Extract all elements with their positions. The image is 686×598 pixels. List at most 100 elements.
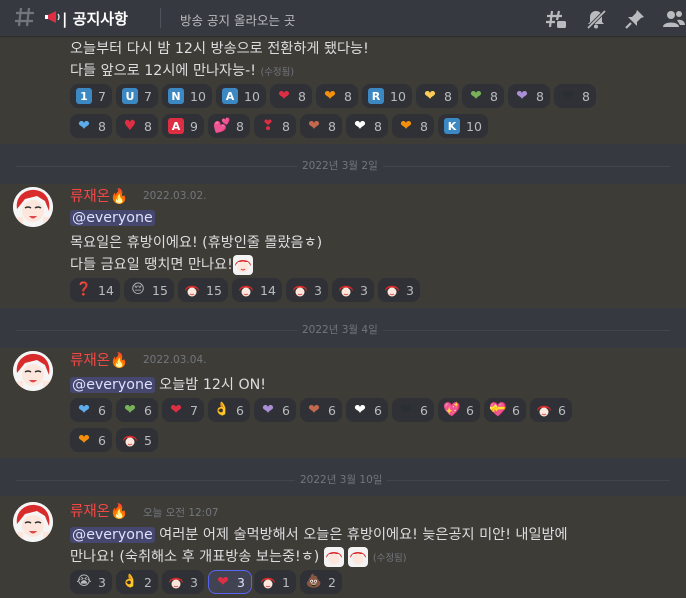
heart-ribbon-icon: 💝 — [489, 402, 507, 418]
reaction-brown-heart[interactable]: ❤ 6 — [300, 398, 342, 422]
reaction-regional-r[interactable]: R 10 — [362, 84, 412, 108]
reaction-count: 8 — [282, 118, 290, 134]
avatar[interactable] — [13, 502, 53, 542]
date-divider-label: 2022년 3월 2일 — [297, 158, 383, 173]
message-timestamp[interactable]: 2022.03.02. — [143, 190, 206, 202]
channel-topic[interactable]: 방송 공지 올라오는 곳 — [180, 10, 295, 29]
reaction-ok-hand[interactable]: 👌 6 — [208, 398, 250, 422]
message-text: 다들 앞으로 12시에 만나자능-! (수정됨) — [70, 60, 294, 80]
reaction-count: 8 — [328, 118, 336, 134]
message-text: 오늘부터 다시 밤 12시 방송으로 전환하게 됐다능! — [70, 41, 369, 57]
reaction-count: 8 — [536, 88, 544, 104]
message-timestamp[interactable]: 2022.03.04. — [143, 354, 206, 366]
reaction-heart-exclamation[interactable]: ❣ 8 — [254, 114, 296, 138]
reaction-custom-char-4[interactable]: 3 — [162, 570, 204, 594]
avatar[interactable] — [13, 187, 53, 227]
reaction-custom-char-4[interactable]: 3 — [332, 278, 374, 302]
reaction-custom-char-3[interactable]: 3 — [286, 278, 328, 302]
message-text: @everyone 여러분 어제 술먹방해서 오늘은 휴방이에요! 늦은공지 미… — [70, 524, 568, 544]
megaphone-icon — [43, 9, 61, 29]
heart-on-fire-icon: ❤ — [400, 118, 412, 134]
reaction-black-heart[interactable]: ❤ 6 — [392, 398, 434, 422]
reaction-black-heart[interactable]: ❤ 8 — [554, 84, 596, 108]
reaction-regional-k[interactable]: K 10 — [438, 114, 488, 138]
reaction-custom-char-5[interactable]: 3 — [378, 278, 420, 302]
reaction-count: 7 — [98, 88, 106, 104]
custom-char-1-icon — [260, 574, 276, 590]
reaction-orange-heart[interactable]: ❤ 6 — [70, 428, 112, 452]
regional-n-icon: N — [168, 88, 184, 104]
reaction-green-heart[interactable]: ❤ 8 — [462, 84, 504, 108]
threads-icon[interactable] — [544, 7, 568, 31]
message-timestamp[interactable]: 오늘 오전 12:07 — [143, 505, 219, 520]
mention-everyone[interactable]: @everyone — [70, 210, 155, 226]
reaction-custom-char-6[interactable]: 5 — [116, 428, 158, 452]
reaction-keycap-1[interactable]: 17 — [70, 84, 112, 108]
reaction-custom-char-1[interactable]: 1 — [254, 570, 296, 594]
username[interactable]: 류재온🔥 — [70, 349, 128, 370]
reaction-count: 8 — [490, 88, 498, 104]
reaction-regional-a[interactable]: A 10 — [216, 84, 266, 108]
pin-icon[interactable] — [623, 7, 647, 31]
pensive-icon: 😔 — [131, 282, 145, 297]
reaction-a-button[interactable]: A9 — [162, 114, 204, 138]
red-heart-icon: ❤ — [170, 402, 182, 418]
ok-hand-icon: 👌 — [121, 574, 139, 589]
heart-exclamation-icon: ❣ — [262, 118, 274, 134]
reaction-blue-heart[interactable]: ❤ 8 — [70, 114, 112, 138]
reaction-red-question[interactable]: ❓ 14 — [70, 278, 120, 302]
reaction-purple-heart[interactable]: ❤ 8 — [508, 84, 550, 108]
reaction-pensive[interactable]: 😔 15 — [124, 278, 174, 302]
reaction-white-heart[interactable]: ❤ 6 — [346, 398, 388, 422]
reaction-green-heart[interactable]: ❤ 6 — [116, 398, 158, 422]
username[interactable]: 류재온🔥 — [70, 185, 128, 206]
reaction-count: 6 — [328, 402, 336, 418]
edited-label: (수정됨) — [260, 67, 295, 78]
keycap-1-icon: 1 — [76, 88, 92, 104]
reaction-custom-char-2[interactable]: 14 — [232, 278, 282, 302]
reaction-red-heart[interactable]: ❤ 3 — [208, 570, 252, 594]
reaction-white-heart[interactable]: ❤ 8 — [346, 114, 388, 138]
reaction-count: 3 — [360, 282, 368, 298]
reaction-heart-on-fire[interactable]: ❤ 8 — [392, 114, 434, 138]
reaction-custom-char-1[interactable]: 6 — [530, 398, 572, 422]
regional-u-icon: U — [122, 88, 138, 104]
message-text: @everyone 오늘밤 12시 ON! — [70, 374, 266, 394]
reaction-yellow-heart[interactable]: ❤ 8 — [416, 84, 458, 108]
reaction-two-hearts[interactable]: 💕 8 — [208, 114, 250, 138]
orange-heart-icon: ❤ — [324, 88, 336, 104]
reaction-sparkling-heart[interactable]: 💖 6 — [438, 398, 480, 422]
reaction-count: 6 — [144, 402, 152, 418]
red-heart-icon: ❤ — [278, 88, 290, 104]
reaction-regional-u[interactable]: U7 — [116, 84, 158, 108]
reaction-heavy-heart[interactable]: ♥ 8 — [116, 114, 158, 138]
mention-everyone[interactable]: @everyone — [70, 527, 155, 543]
reaction-sob[interactable]: 😭 3 — [70, 570, 112, 594]
reaction-blue-heart[interactable]: ❤ 6 — [70, 398, 112, 422]
reaction-red-heart[interactable]: ❤ 8 — [270, 84, 312, 108]
reaction-count: 8 — [344, 88, 352, 104]
notification-muted-icon[interactable] — [584, 7, 608, 31]
message-text-content: 만나요! (숙취해소 후 개표방송 보는중!ㅎ) — [70, 549, 320, 565]
reaction-purple-heart[interactable]: ❤ 6 — [254, 398, 296, 422]
reaction-brown-heart[interactable]: ❤ 8 — [300, 114, 342, 138]
mention-everyone[interactable]: @everyone — [70, 377, 155, 393]
reaction-ok-hand[interactable]: 👌 2 — [116, 570, 158, 594]
member-list-icon[interactable] — [662, 7, 686, 31]
sparkling-heart-icon: 💖 — [443, 402, 461, 418]
reaction-count: 7 — [190, 402, 198, 418]
reaction-heart-ribbon[interactable]: 💝 6 — [484, 398, 526, 422]
reaction-custom-char-1[interactable]: 15 — [178, 278, 228, 302]
message-text-content: 여러분 어제 술먹방해서 오늘은 휴방이에요! 늦은공지 미안! 내일밤에 — [154, 527, 568, 543]
message-list[interactable]: 오늘부터 다시 밤 12시 방송으로 전환하게 됐다능! 다들 앞으로 12시에… — [0, 36, 686, 598]
reaction-orange-heart[interactable]: ❤ 8 — [316, 84, 358, 108]
custom-char-2-icon — [238, 282, 254, 298]
username[interactable]: 류재온🔥 — [70, 500, 128, 521]
message-item: 류재온🔥 2022.03.02. @everyone 목요일은 휴방이에요! (… — [0, 184, 686, 308]
reaction-red-heart[interactable]: ❤ 7 — [162, 398, 204, 422]
avatar[interactable] — [13, 351, 53, 391]
reaction-poop[interactable]: 💩 2 — [300, 570, 342, 594]
a-button-icon: A — [168, 118, 184, 134]
reaction-regional-n[interactable]: N 10 — [162, 84, 212, 108]
custom-character-emoji — [323, 547, 344, 567]
